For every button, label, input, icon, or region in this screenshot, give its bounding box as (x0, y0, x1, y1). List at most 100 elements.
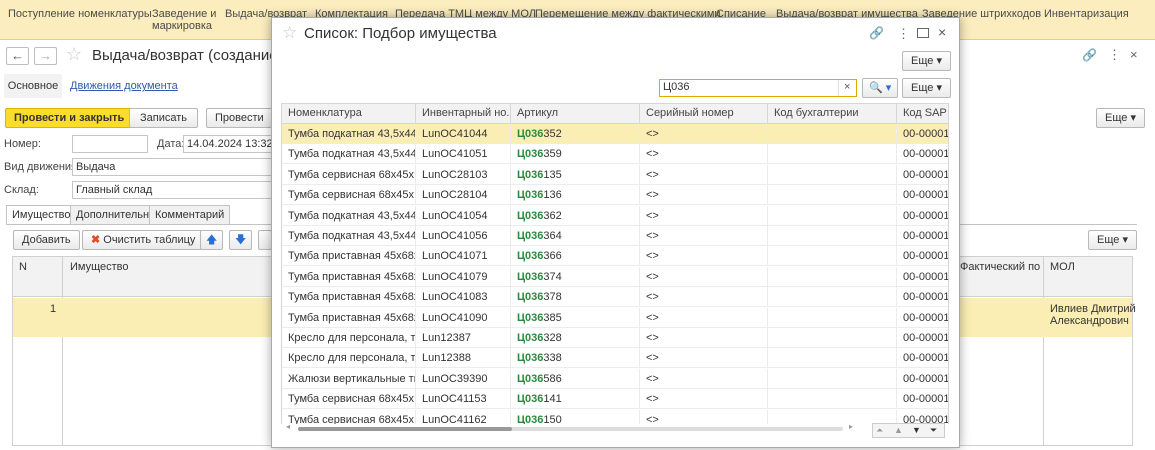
save-button[interactable]: Записать (129, 108, 199, 128)
cell-article: Ц036141 (511, 389, 640, 410)
table-row[interactable]: Тумба подкатная 43,5х44... LunOC41044 Ц036… (282, 124, 948, 144)
cell-serial-number: <> (640, 328, 768, 348)
cell-serial-number: <> (640, 185, 768, 206)
table-row[interactable]: Тумба подкатная 43,5х44... LunOC41056 Ц036… (282, 226, 948, 246)
dialog-more-button[interactable]: Еще ▾ (902, 78, 951, 98)
table-row[interactable]: Тумба подкатная 43,5х44... LunOC41051 Ц036… (282, 144, 949, 165)
more-menu-icon[interactable]: ⋮ (897, 26, 910, 42)
search-button[interactable]: 🔍 ▾ (862, 78, 899, 98)
table-row[interactable]: Тумба приставная 45х68х... LunOC41083 Ц036… (282, 287, 948, 308)
link-icon[interactable]: 🔗 (869, 26, 884, 40)
maximize-icon[interactable] (917, 28, 929, 38)
column-n[interactable]: N (19, 261, 27, 273)
number-field[interactable] (72, 135, 148, 153)
nav-item-inventory[interactable]: Инвентаризация (1044, 8, 1129, 20)
column-actual-location[interactable]: Фактический по... (960, 261, 1040, 273)
cell-article: Ц036328 (511, 328, 640, 348)
column-mol[interactable]: МОЛ (1050, 261, 1075, 273)
scrollbar-thumb[interactable] (298, 427, 512, 431)
back-button[interactable]: ← (6, 47, 29, 65)
tab-additional[interactable]: Дополнительно (70, 205, 162, 225)
column-accounting-code[interactable]: Код бухгалтерии (768, 104, 897, 123)
article-match-highlight: Ц036 (517, 270, 544, 283)
table-row[interactable]: Кресло для персонала, тк... Lun12388 Ц0363… (282, 348, 948, 369)
nav-item-registration-line1: Заведение и (152, 8, 217, 20)
cell-accounting-code (768, 307, 897, 328)
cell-inventory-number: LunOC41153 (416, 389, 511, 410)
forward-button[interactable]: → (34, 47, 57, 65)
cell-article: Ц036150 (511, 409, 640, 424)
column-serial-number[interactable]: Серийный номер (640, 104, 768, 123)
row-mol-line1: Ивлиев Дмитрий (1050, 303, 1136, 315)
column-article[interactable]: Артикул (511, 104, 640, 123)
tab-comment[interactable]: Комментарий (149, 205, 231, 225)
table-row[interactable]: Тумба сервисная 68х45х... LunOC28103 Ц0361… (282, 164, 949, 185)
cell-accounting-code (768, 389, 897, 410)
close-icon[interactable]: × (1130, 47, 1138, 62)
tab-main[interactable]: Основное (4, 74, 62, 98)
cell-article: Ц036364 (511, 226, 640, 246)
page-down-icon[interactable]: ▼ (912, 424, 921, 437)
table-more-button[interactable]: Еще ▾ (1088, 230, 1137, 250)
table-row[interactable]: Тумба сервисная 68х45х... LunOC41153 Ц0361… (282, 389, 948, 410)
clear-table-button[interactable]: ✖ Очистить таблицу (82, 230, 205, 250)
table-row[interactable]: Тумба приставная 45х68х... LunOC41090 Ц036… (282, 307, 948, 328)
scroll-right-icon[interactable]: ▸ (849, 422, 853, 431)
column-sap-code[interactable]: Код SAP (897, 104, 950, 123)
cell-article: Ц036136 (511, 185, 640, 206)
form-more-label: Еще (1105, 112, 1128, 124)
cell-sap-code: 00-00001 (903, 168, 949, 181)
dialog-more-button-top[interactable]: Еще ▾ (902, 51, 951, 71)
movement-type-field[interactable]: Выдача (72, 158, 272, 176)
link-icon[interactable]: 🔗 (1082, 48, 1097, 62)
post-and-close-button[interactable]: Провести и закрыть (5, 108, 134, 128)
nav-item-registration[interactable]: Заведение и маркировка (152, 8, 216, 32)
column-inventory-number[interactable]: Инвентарный но... (416, 104, 511, 123)
cell-inventory-number: LunOC41079 (416, 266, 511, 287)
table-row[interactable]: Тумба приставная 45х68х... LunOC41071 Ц036… (282, 246, 948, 267)
column-nomenclature[interactable]: Номенклатура (282, 104, 416, 123)
table-row[interactable]: Тумба приставная 45х68х... LunOC41079 Ц036… (282, 266, 948, 287)
table-more-label: Еще (1097, 234, 1120, 246)
date-field[interactable]: 14.04.2024 13:32:2 (183, 135, 273, 153)
horizontal-scrollbar[interactable]: ◂ ▸ (286, 422, 858, 434)
nav-item-receipt[interactable]: Поступление номенклатуры (8, 8, 152, 20)
tab-document-movements[interactable]: Движения документа (70, 80, 178, 92)
table-row[interactable]: Тумба подкатная 43,5х44... LunOC41054 Ц036… (282, 205, 948, 226)
chevron-down-icon: ▾ (1122, 234, 1128, 246)
tab-property[interactable]: Имущество (6, 205, 77, 225)
article-match-highlight: Ц036 (517, 168, 544, 181)
table-row[interactable]: Жалюзи вертикальные тк... LunOC39390 Ц0365… (282, 368, 948, 389)
form-more-button[interactable]: Еще ▾ (1096, 108, 1145, 128)
move-up-button[interactable]: 🡅 (200, 230, 224, 250)
go-last-icon[interactable]: ⏷ (930, 424, 937, 437)
cell-article: Ц036374 (511, 266, 640, 287)
more-menu-icon[interactable]: ⋮ (1108, 47, 1121, 63)
close-icon[interactable]: × (938, 24, 946, 40)
cell-article: Ц036338 (511, 348, 640, 369)
cell-nomenclature: Тумба подкатная 43,5х44... (282, 124, 416, 144)
page-up-icon[interactable]: ▲ (894, 424, 903, 437)
cell-serial-number: <> (640, 287, 768, 308)
add-button[interactable]: Добавить (13, 230, 80, 250)
clear-search-icon[interactable]: × (844, 81, 850, 93)
go-first-icon[interactable]: ⏶ (876, 424, 883, 437)
table-row[interactable]: Тумба сервисная 68х45х... LunOC28104 Ц0361… (282, 185, 948, 206)
post-button[interactable]: Провести (206, 108, 273, 128)
cell-sap-code: 00-00001 (903, 148, 949, 161)
table-row[interactable]: Кресло для персонала, тк... Lun12387 Ц0363… (282, 328, 948, 348)
move-down-button[interactable]: 🡇 (229, 230, 253, 250)
column-property[interactable]: Имущество (70, 261, 129, 273)
star-icon[interactable]: ☆ (66, 44, 82, 65)
cell-article: Ц036359 (511, 144, 640, 165)
star-icon[interactable]: ☆ (282, 23, 297, 43)
table-toolbar-extra-button[interactable] (258, 230, 272, 250)
scroll-left-icon[interactable]: ◂ (286, 422, 290, 431)
article-match-highlight: Ц036 (517, 311, 544, 324)
cell-nomenclature: Тумба приставная 45х68х... (282, 287, 416, 308)
article-suffix: 338 (543, 352, 562, 365)
warehouse-field[interactable]: Главный склад (72, 181, 272, 199)
row-mol: Ивлиев Дмитрий Александрович (1050, 303, 1136, 327)
cell-accounting-code (768, 266, 897, 287)
search-input[interactable]: Ц036 × (659, 79, 857, 97)
